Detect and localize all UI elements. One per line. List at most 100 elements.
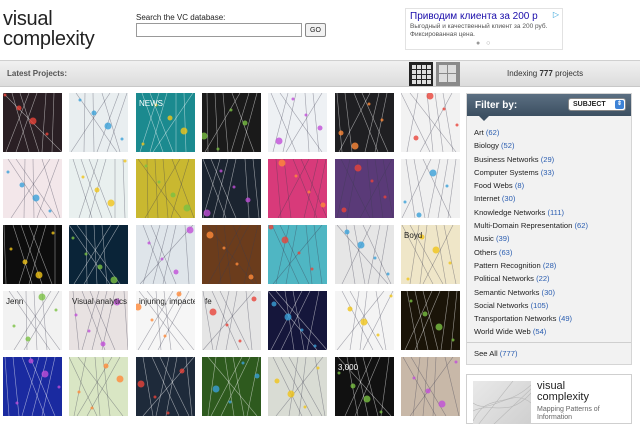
thumbnail-caption: Jenn <box>6 297 24 306</box>
category-count: (62) <box>485 128 500 137</box>
category-item[interactable]: Others (63) <box>474 246 588 259</box>
grid-cell <box>422 65 426 69</box>
project-thumbnail[interactable]: Jenn <box>3 291 62 350</box>
category-item[interactable]: Business Networks (29) <box>474 153 588 166</box>
category-item[interactable]: Biology (52) <box>474 139 588 152</box>
project-thumbnail[interactable] <box>335 291 394 350</box>
thumbnail-caption: injuring, impacted <box>139 297 195 306</box>
ad-title[interactable]: Приводим клиента за 200 р <box>410 11 558 22</box>
thumbnail-caption: Visual analytics <box>72 297 127 306</box>
category-count: (39) <box>495 234 510 244</box>
category-name: Food Webs <box>474 181 513 191</box>
project-thumbnail[interactable] <box>202 93 261 152</box>
category-name: Semantic Networks <box>474 287 540 297</box>
latest-projects-label: Latest Projects: <box>7 69 68 78</box>
project-thumbnail[interactable]: 3,000 <box>335 357 394 416</box>
category-name: Computer Systems <box>474 167 539 177</box>
project-thumbnail[interactable] <box>335 159 394 218</box>
category-name: Internet <box>474 194 500 204</box>
project-thumbnail[interactable] <box>268 159 327 218</box>
category-item[interactable]: Social Networks (105) <box>474 299 588 312</box>
thumbnail-caption: Boyd <box>404 231 423 240</box>
filter-select-value: SUBJECT <box>573 101 606 108</box>
project-thumbnail[interactable]: Boyd <box>401 225 460 284</box>
project-thumbnail[interactable] <box>335 225 394 284</box>
grid-cell <box>439 65 447 73</box>
project-thumbnail[interactable] <box>136 159 195 218</box>
project-thumbnail[interactable] <box>268 357 327 416</box>
project-thumbnail[interactable] <box>3 93 62 152</box>
category-item[interactable]: Music (39) <box>474 232 588 245</box>
project-thumbnail[interactable] <box>202 225 261 284</box>
grid-cell <box>417 65 421 69</box>
project-thumbnail[interactable] <box>202 357 261 416</box>
project-thumbnail[interactable] <box>268 291 327 350</box>
project-thumbnail[interactable] <box>401 291 460 350</box>
project-thumbnail[interactable] <box>202 159 261 218</box>
category-item[interactable]: Political Networks (22) <box>474 272 588 285</box>
category-name: Multi-Domain Representation <box>474 221 573 231</box>
filter-type-select[interactable]: SUBJECT ⇕ <box>568 98 626 111</box>
category-item[interactable]: Food Webs (8) <box>474 179 588 192</box>
large-grid-view-icon[interactable] <box>436 62 460 86</box>
project-thumbnail[interactable] <box>268 93 327 152</box>
small-grid-view-icon[interactable] <box>409 62 433 86</box>
select-arrows-icon: ⇕ <box>615 100 624 109</box>
category-name: Business Networks <box>474 154 539 164</box>
project-thumbnail[interactable] <box>69 357 128 416</box>
category-name: Transportation Networks <box>474 314 557 324</box>
thumbnail-caption: 3,000 <box>338 363 359 372</box>
project-thumbnail[interactable] <box>335 93 394 152</box>
project-thumbnail[interactable] <box>401 93 460 152</box>
see-all-count: (777) <box>499 349 518 358</box>
adchoices-icon[interactable]: ▷ <box>553 10 559 19</box>
category-item[interactable]: Computer Systems (33) <box>474 166 588 179</box>
category-count: (54) <box>532 327 547 337</box>
project-thumbnail[interactable]: fe <box>202 291 261 350</box>
book-title: visual complexity <box>537 381 589 403</box>
project-thumbnail[interactable]: Visual analytics <box>69 291 128 350</box>
indexing-prefix: Indexing <box>507 69 538 78</box>
project-thumbnail[interactable] <box>136 357 195 416</box>
category-item[interactable]: Pattern Recognition (28) <box>474 259 588 272</box>
project-thumbnail[interactable] <box>3 357 62 416</box>
category-item[interactable]: World Wide Web (54) <box>474 325 588 338</box>
project-thumbnail[interactable] <box>69 93 128 152</box>
see-all-link[interactable]: See All (777) <box>474 349 518 358</box>
project-thumbnail[interactable] <box>136 225 195 284</box>
go-button[interactable]: GO <box>305 23 326 37</box>
category-name: Political Networks <box>474 274 534 284</box>
project-thumbnail[interactable] <box>268 225 327 284</box>
book-subtitle: Mapping Patterns of Information <box>537 406 600 421</box>
site-logo[interactable]: visual complexity <box>3 9 95 49</box>
project-thumbnail[interactable] <box>401 159 460 218</box>
grid-cell <box>412 80 416 84</box>
category-item[interactable]: Art (62) <box>474 126 588 139</box>
project-thumbnail[interactable] <box>69 159 128 218</box>
project-thumbnail[interactable] <box>401 357 460 416</box>
book-title-line-2: complexity <box>537 391 589 403</box>
category-item[interactable]: Transportation Networks (49) <box>474 312 588 325</box>
project-thumbnail[interactable] <box>3 225 62 284</box>
ad-banner[interactable]: Приводим клиента за 200 р Выгодный и кач… <box>405 8 563 50</box>
category-item[interactable]: Multi-Domain Representation (62) <box>474 219 588 232</box>
filter-header: Filter by: SUBJECT ⇕ <box>467 94 631 116</box>
category-item[interactable]: Knowledge Networks (111) <box>474 206 588 219</box>
book-promo[interactable]: visual complexity Mapping Patterns of In… <box>466 374 632 424</box>
category-name: Social Networks <box>474 300 529 310</box>
category-item[interactable]: Internet (30) <box>474 192 588 205</box>
ad-pager-dots[interactable]: ● ○ <box>476 40 492 47</box>
project-thumbnail[interactable]: injuring, impacted <box>136 291 195 350</box>
search-label: Search the VC database: <box>136 13 226 22</box>
grid-cell <box>417 75 421 79</box>
project-thumbnail-grid: NEWS Boyd Jenn Visual analytics injuring, im… <box>3 93 465 424</box>
project-thumbnail[interactable] <box>3 159 62 218</box>
category-name: Music <box>474 234 494 244</box>
project-thumbnail[interactable] <box>69 225 128 284</box>
search-input[interactable] <box>136 23 302 37</box>
category-item[interactable]: Semantic Networks (30) <box>474 286 588 299</box>
indexing-count: Indexing 777 projects <box>507 69 583 78</box>
project-thumbnail[interactable]: NEWS <box>136 93 195 152</box>
category-count: (8) <box>514 181 525 191</box>
category-name: Biology <box>474 141 499 151</box>
